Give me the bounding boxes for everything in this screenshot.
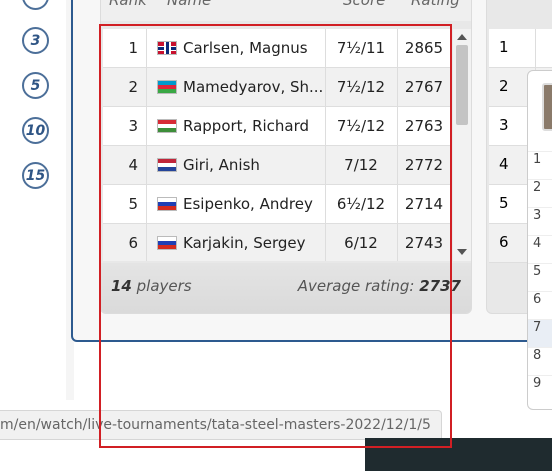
score-cell: 6½/12	[325, 185, 398, 223]
player-photo	[542, 83, 552, 131]
round-button-3[interactable]: 3	[22, 27, 49, 54]
rating-cell: 2763	[404, 117, 444, 135]
list-item[interactable]: 4	[528, 235, 552, 263]
player-name: Esipenko, Andrey	[183, 195, 313, 213]
score-cell: 7½/12	[325, 107, 398, 145]
hungary-flag-icon	[157, 119, 177, 133]
netherlands-flag-icon	[157, 158, 177, 172]
name-cell: Mamedyarov, Sh...	[149, 68, 326, 106]
table-row[interactable]: 1	[489, 29, 552, 68]
list-item[interactable]: 7	[528, 319, 552, 347]
round-selector: 3 5 10 15	[0, 0, 66, 410]
player-name: Rapport, Richard	[183, 117, 310, 135]
status-bar-url: m/en/watch/live-tournaments/tata-steel-m…	[0, 410, 442, 440]
table-scrollbar[interactable]	[453, 29, 471, 261]
norway-flag-icon	[157, 41, 177, 55]
table-row[interactable]: 6 Karjakin, Sergey 6/12 2743	[103, 224, 451, 261]
table-row[interactable]: 3 Rapport, Richard 7½/12 2763	[103, 107, 451, 146]
player-name: Giri, Anish	[183, 156, 260, 174]
list-item[interactable]: 9	[528, 375, 552, 403]
score-cell: 7/12	[325, 146, 398, 184]
player-name: Karjakin, Sergey	[183, 234, 306, 252]
russia-flag-icon	[157, 197, 177, 211]
name-cell: Rapport, Richard	[149, 107, 326, 145]
azerbaijan-flag-icon	[157, 80, 177, 94]
rank-cell: 6	[103, 224, 147, 261]
rank-cell: 2	[103, 68, 147, 106]
score-cell: 7½/12	[325, 68, 398, 106]
rank-cell: 1	[103, 29, 147, 67]
list-item[interactable]: 2	[528, 179, 552, 207]
name-cell: Karjakin, Sergey	[149, 224, 326, 261]
rating-cell: 2767	[404, 78, 444, 96]
standings-table: 1 Carlsen, Magnus 7½/11 2865 2 Mamedyaro…	[103, 29, 451, 261]
player-count: 14 players	[111, 277, 192, 295]
list-item[interactable]: 3	[528, 207, 552, 235]
list-item[interactable]: 8	[528, 347, 552, 375]
list-item[interactable]: 6	[528, 291, 552, 319]
rank-cell: 4	[103, 146, 147, 184]
score-cell: 6/12	[325, 224, 398, 261]
table-row[interactable]: 2 Mamedyarov, Sh... 7½/12 2767	[103, 68, 451, 107]
rating-cell: 2772	[404, 156, 444, 174]
table-header: Rank Name Score Rating	[101, 0, 471, 21]
average-rating: Average rating: 2737	[297, 277, 461, 295]
name-cell: Carlsen, Magnus	[149, 29, 326, 67]
scroll-thumb[interactable]	[456, 45, 468, 125]
russia-flag-icon	[157, 236, 177, 250]
round-button-partial[interactable]	[22, 0, 49, 10]
round-button-15[interactable]: 15	[22, 162, 49, 189]
rank-cell: 3	[103, 107, 147, 145]
name-cell: Esipenko, Andrey	[149, 185, 326, 223]
table-row[interactable]: 4 Giri, Anish 7/12 2772	[103, 146, 451, 185]
list-item[interactable]: 1	[528, 151, 552, 179]
score-cell: 7½/11	[325, 29, 398, 67]
table-row[interactable]: 1 Carlsen, Magnus 7½/11 2865	[103, 29, 451, 68]
round-button-5[interactable]: 5	[22, 72, 49, 99]
player-name: Carlsen, Magnus	[183, 39, 308, 57]
header-rating[interactable]: Rating	[411, 0, 460, 9]
header-name[interactable]: Name	[167, 0, 211, 9]
header-score[interactable]: Score	[343, 0, 385, 9]
rating-cell: 2865	[404, 39, 444, 57]
rank-cell: 5	[103, 185, 147, 223]
name-cell: Giri, Anish	[149, 146, 326, 184]
rating-cell: 2743	[404, 234, 444, 252]
standings-panel: Rank Name Score Rating 1 Carlsen, Magnus…	[100, 0, 472, 314]
dark-footer-strip	[365, 438, 552, 471]
list-item[interactable]: 5	[528, 263, 552, 291]
table-row[interactable]: 5 Esipenko, Andrey 6½/12 2714	[103, 185, 451, 224]
player-name: Mamedyarov, Sh...	[183, 78, 324, 96]
rating-cell: 2714	[404, 195, 444, 213]
header-rank[interactable]: Rank	[109, 0, 147, 9]
scroll-down-icon[interactable]	[457, 249, 467, 255]
table-footer: 14 players Average rating: 2737	[101, 263, 471, 313]
game-popup: 1 2 3 4 5 6 7 8 9	[527, 70, 552, 410]
round-button-10[interactable]: 10	[22, 117, 49, 144]
scroll-up-icon[interactable]	[457, 34, 467, 40]
